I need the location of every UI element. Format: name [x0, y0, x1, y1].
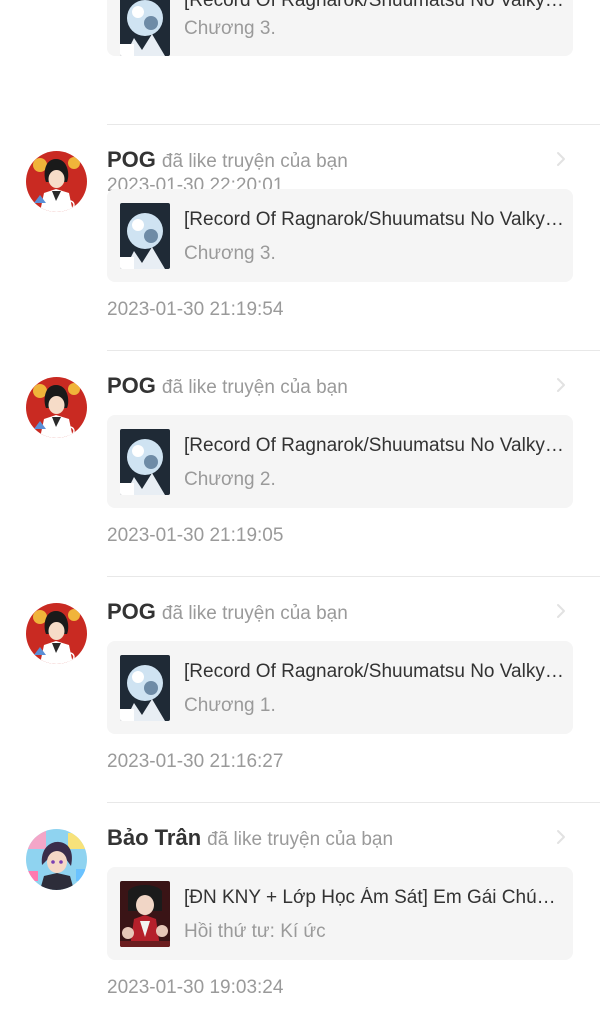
- user-avatar[interactable]: [26, 377, 87, 438]
- notification-item[interactable]: Bảo Trân đã like truyện của bạn [ĐN KNY +…: [0, 802, 600, 1028]
- story-chapter: Chương 2.: [184, 469, 276, 490]
- notification-item[interactable]: POG đã like truyện của bạn [Record Of Rag…: [0, 124, 600, 350]
- notification-text: Bảo Trân đã like truyện của bạn: [107, 825, 393, 853]
- notification-text: POG đã like truyện của bạn: [107, 147, 348, 175]
- story-title: [Record Of Ragnarok/Shuumatsu No Valkyri…: [184, 0, 564, 11]
- story-title: [ĐN KNY + Lớp Học Ám Sát] Em Gái Chúa Qu…: [184, 887, 564, 908]
- user-avatar[interactable]: [26, 829, 87, 890]
- story-cover-image: [120, 203, 170, 269]
- story-chapter: Chương 3.: [184, 243, 276, 264]
- chevron-right-icon[interactable]: [554, 829, 568, 845]
- action-text: đã like truyện của bạn: [161, 151, 348, 172]
- story-cover-image: [120, 0, 170, 56]
- notification-text: POG đã like truyện của bạn: [107, 599, 348, 627]
- story-title: [Record Of Ragnarok/Shuumatsu No Valkyri…: [184, 661, 564, 682]
- story-cover-image: [120, 881, 170, 947]
- chevron-right-icon[interactable]: [554, 151, 568, 167]
- story-chapter: Chương 1.: [184, 695, 276, 716]
- notification-text: POG đã like truyện của bạn: [107, 373, 348, 401]
- divider: [107, 802, 600, 803]
- user-name[interactable]: Bảo Trân: [107, 825, 201, 850]
- story-chapter: Chương 3.: [184, 18, 276, 39]
- notification-item[interactable]: POG đã like truyện của bạn [Record Of Rag…: [0, 350, 600, 576]
- user-name[interactable]: POG: [107, 147, 156, 172]
- chevron-right-icon[interactable]: [554, 377, 568, 393]
- user-avatar[interactable]: [26, 603, 87, 664]
- divider: [107, 576, 600, 577]
- divider: [107, 124, 600, 125]
- story-card[interactable]: [Record Of Ragnarok/Shuumatsu No Valkyri…: [107, 641, 573, 734]
- user-avatar[interactable]: [26, 151, 87, 212]
- notification-time: 2023-01-30 21:19:54: [107, 299, 284, 320]
- story-cover-image: [120, 429, 170, 495]
- divider: [107, 350, 600, 351]
- chevron-right-icon[interactable]: [554, 603, 568, 619]
- user-name[interactable]: POG: [107, 599, 156, 624]
- notification-time: 2023-01-30 21:16:27: [107, 751, 284, 772]
- story-chapter: Hồi thứ tư: Kí ức: [184, 921, 326, 942]
- story-title: [Record Of Ragnarok/Shuumatsu No Valkyri…: [184, 209, 564, 230]
- notification-time: 2023-01-30 19:03:24: [107, 977, 284, 998]
- notification-item[interactable]: POG đã like truyện của bạn [Record Of Rag…: [0, 576, 600, 802]
- user-name[interactable]: POG: [107, 373, 156, 398]
- story-card[interactable]: [ĐN KNY + Lớp Học Ám Sát] Em Gái Chúa Qu…: [107, 867, 573, 960]
- story-card[interactable]: [Record Of Ragnarok/Shuumatsu No Valkyri…: [107, 189, 573, 282]
- story-card[interactable]: [Record Of Ragnarok/Shuumatsu No Valkyri…: [107, 415, 573, 508]
- story-title: [Record Of Ragnarok/Shuumatsu No Valkyri…: [184, 435, 564, 456]
- notification-time: 2023-01-30 21:19:05: [107, 525, 284, 546]
- story-card[interactable]: [Record Of Ragnarok/Shuumatsu No Valkyri…: [107, 0, 573, 56]
- story-cover-image: [120, 655, 170, 721]
- action-text: đã like truyện của bạn: [161, 377, 348, 398]
- action-text: đã like truyện của bạn: [161, 603, 348, 624]
- action-text: đã like truyện của bạn: [207, 829, 394, 850]
